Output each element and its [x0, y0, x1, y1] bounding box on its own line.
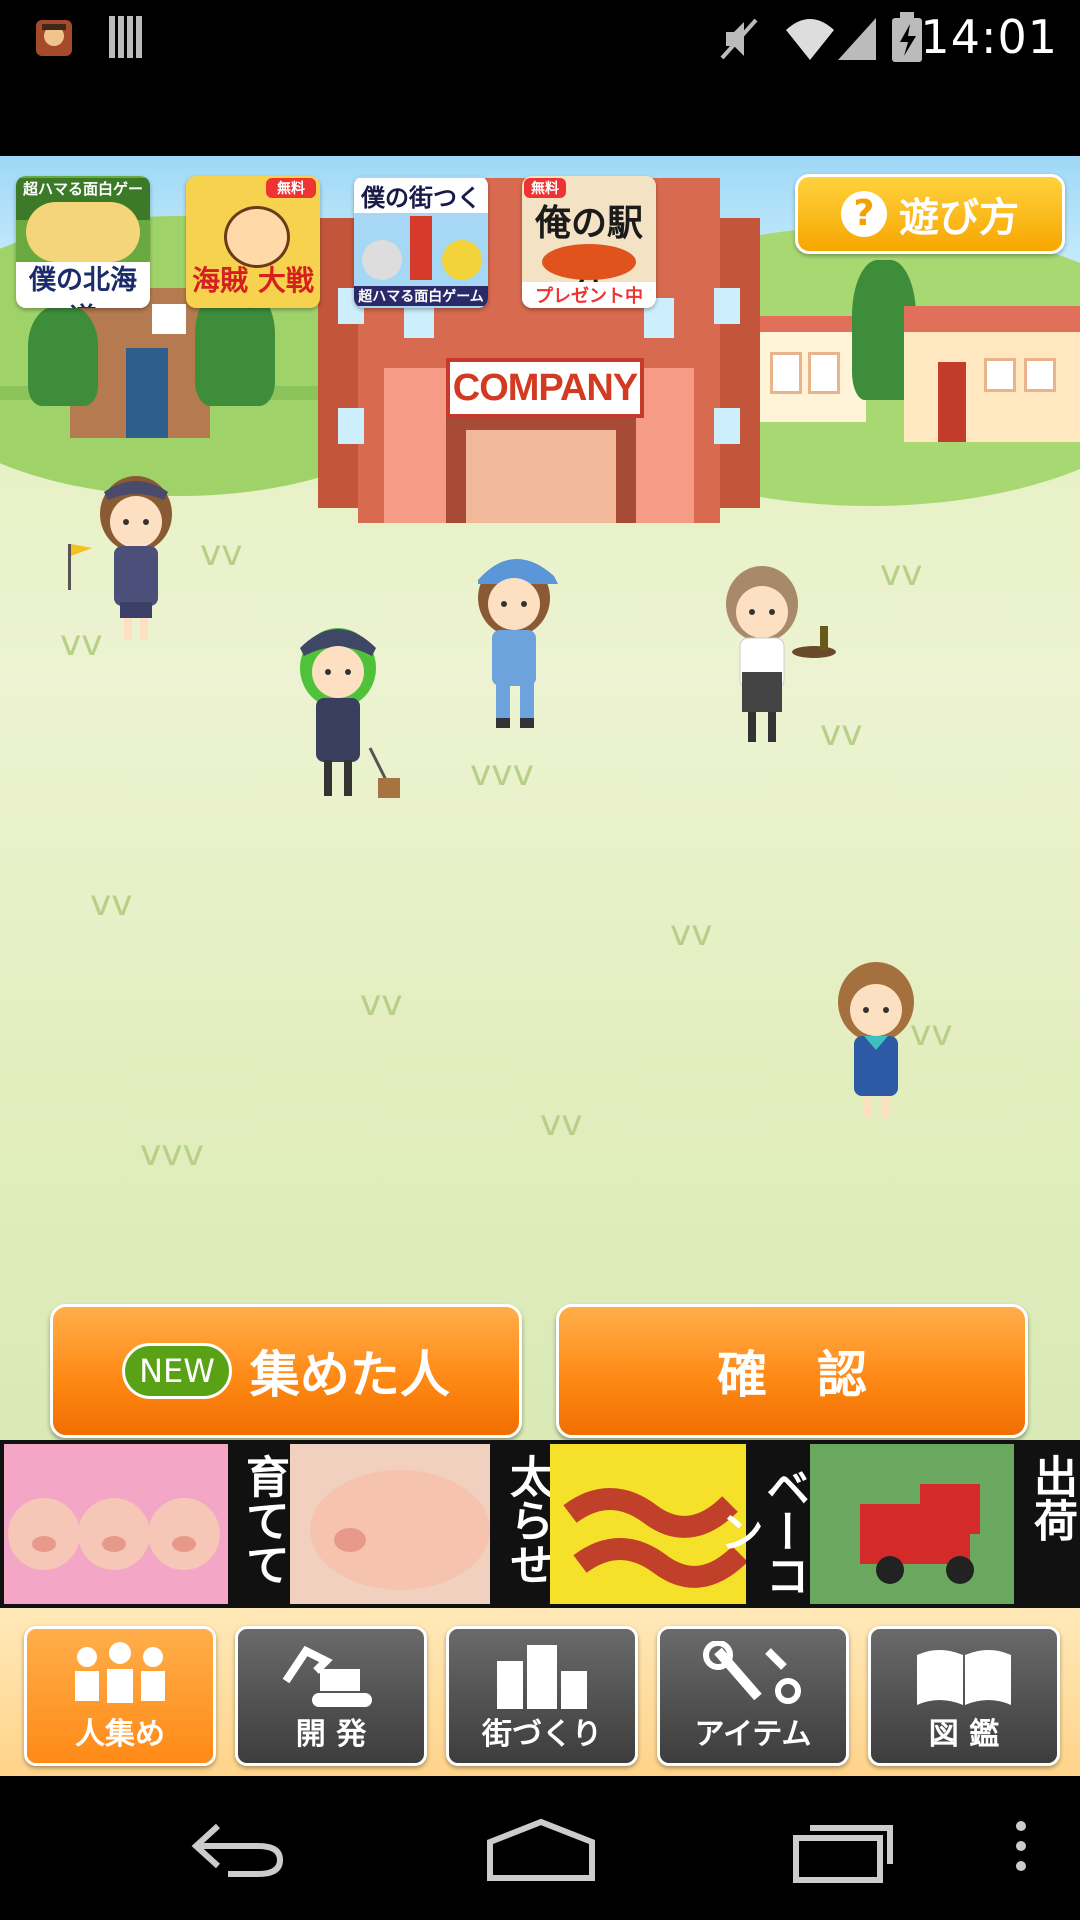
character-guide[interactable] — [64, 470, 194, 654]
banner-ad[interactable]: 育てて 太らせ ベーコン 出荷 — [0, 1440, 1080, 1608]
grass-tuft: ⅴⅴ — [670, 913, 713, 954]
promo-ekiben[interactable]: 無料 俺の駅弁 プレゼント中 — [522, 176, 656, 308]
confirm-label: 確 認 — [717, 1346, 867, 1404]
grass-tuft: ⅴⅴⅴ — [140, 1133, 204, 1174]
tree — [28, 306, 98, 406]
collected-people-label: 集めた人 — [249, 1346, 450, 1404]
banner-pigs-panel — [4, 1444, 228, 1604]
bottom-tab-bar: 人集め 開 発 街づくり アイテム 図 鑑 — [0, 1608, 1080, 1776]
grass-tuft: ⅴⅴ — [90, 883, 133, 924]
new-badge: NEW — [122, 1343, 232, 1399]
tab-town-building[interactable]: 街づくり — [446, 1626, 638, 1766]
tab-label: 街づくり — [482, 1717, 602, 1752]
back-icon[interactable] — [188, 1816, 288, 1886]
character-waiter[interactable] — [710, 552, 840, 756]
question-icon: ? — [841, 191, 887, 237]
banner-word: 出荷 — [1026, 1454, 1077, 1542]
promo-hokkaido[interactable]: 超ハマる面白ゲーム 僕の北海道 — [16, 176, 150, 308]
promo-pirates[interactable]: 無料 海賊 大戦争 — [186, 176, 320, 308]
excavator-icon — [282, 1645, 372, 1707]
grass-tuft: ⅴⅴ — [200, 533, 243, 574]
battery-icon — [890, 10, 924, 68]
grass-tuft: ⅴⅴⅴ — [470, 753, 534, 794]
right-house — [756, 316, 866, 422]
tab-encyclopedia[interactable]: 図 鑑 — [868, 1626, 1060, 1766]
buildings-icon — [497, 1645, 587, 1709]
company-sign: COMPANY — [446, 358, 644, 418]
how-to-play-label: 遊び方 — [899, 195, 1019, 241]
right-house-2 — [904, 306, 1080, 442]
system-nav-bar — [0, 1776, 1080, 1920]
recent-apps-icon[interactable] — [790, 1816, 900, 1886]
tab-gather-people[interactable]: 人集め — [24, 1626, 216, 1766]
book-icon — [917, 1650, 1011, 1705]
character-worker[interactable] — [458, 540, 578, 744]
storage-notification-icon — [106, 14, 146, 64]
grass-tuft: ⅴⅴ — [540, 1103, 583, 1144]
tab-items[interactable]: アイテム — [657, 1626, 849, 1766]
banner-truck-panel — [810, 1444, 1014, 1604]
people-icon — [75, 1642, 165, 1703]
overflow-menu-icon[interactable] — [1006, 1816, 1036, 1886]
banner-word: ベーコン — [712, 1465, 809, 1597]
promo-town[interactable]: 僕の街つく 超ハマる面白ゲーム — [354, 176, 488, 308]
grass-tuft: ⅴⅴ — [880, 553, 923, 594]
tools-icon — [703, 1641, 801, 1704]
status-bar: 14:01 — [0, 0, 1080, 78]
how-to-play-button[interactable]: ? 遊び方 — [795, 174, 1065, 254]
mute-icon — [716, 14, 760, 68]
home-icon[interactable] — [486, 1816, 596, 1886]
game-field[interactable]: COMPANY 超ハマる面白ゲーム 僕の北海道 無料 海賊 大戦争 僕の街つく … — [0, 156, 1080, 1440]
tab-label: アイテム — [694, 1717, 812, 1752]
wifi-icon — [782, 14, 838, 68]
app-notification-icon — [34, 16, 74, 62]
tab-development[interactable]: 開 発 — [235, 1626, 427, 1766]
character-receptionist[interactable] — [820, 950, 930, 1134]
character-flight-attendant[interactable] — [286, 608, 416, 812]
collected-people-button[interactable]: NEW 集めた人 — [50, 1304, 522, 1438]
clock: 14:01 — [920, 10, 1058, 64]
banner-fat-pig-panel — [290, 1444, 490, 1604]
signal-icon — [836, 14, 878, 68]
tab-label: 開 発 — [295, 1717, 367, 1752]
tab-label: 図 鑑 — [928, 1717, 1000, 1752]
banner-word: 太らせ — [502, 1454, 553, 1586]
banner-word: 育てて — [238, 1454, 289, 1586]
confirm-button[interactable]: 確 認 — [556, 1304, 1028, 1438]
grass-tuft: ⅴⅴ — [360, 983, 403, 1024]
tab-label: 人集め — [75, 1717, 165, 1752]
